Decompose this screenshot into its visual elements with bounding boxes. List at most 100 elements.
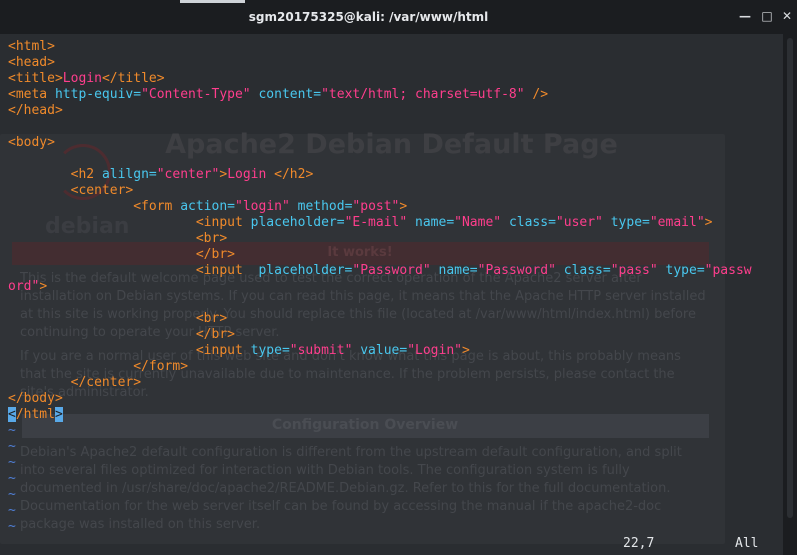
code-token: "Name" (454, 215, 502, 230)
code-token: > (39, 279, 48, 294)
code-token: Login (227, 167, 275, 182)
code-token: "passw (704, 263, 752, 278)
code-token: </body> (8, 391, 63, 406)
terminal-area[interactable]: Apache2 Debian Default Page debian It wo… (0, 34, 783, 555)
code-line: <html> (8, 39, 752, 55)
code-token: "submit" (289, 343, 353, 358)
code-token: type= (657, 263, 705, 278)
code-line: <head> (8, 55, 752, 71)
close-button[interactable]: ✕ (779, 8, 795, 24)
code-token: ~ (8, 471, 16, 486)
code-line: ~ (8, 519, 752, 535)
code-token: > (462, 343, 470, 358)
code-token: name= (430, 263, 478, 278)
code-token: "login" (235, 199, 290, 214)
code-token: "Content-Type" (141, 87, 251, 102)
code-token: value= (352, 343, 408, 358)
code-line: ~ (8, 439, 752, 455)
code-token: /> (524, 87, 549, 102)
code-token: ~ (8, 519, 16, 534)
code-token: class= (555, 263, 611, 278)
code-line: <h2 alilgn="center">Login </h2> (8, 167, 752, 183)
code-token: /html (15, 407, 55, 422)
code-line: ~ (8, 503, 752, 519)
code-token: "Password" (352, 263, 431, 278)
code-token: <input (195, 343, 251, 358)
window-title: sgm20175325@kali: /var/www/html (248, 10, 489, 24)
code-token: </br> (195, 247, 235, 262)
cursor-position: 22,7 (623, 536, 655, 551)
scrollbar[interactable] (783, 34, 797, 555)
code-token: ~ (8, 439, 16, 454)
code-token: <meta (8, 87, 55, 102)
code-line: ~ (8, 423, 752, 439)
scrollbar-thumb[interactable] (787, 38, 793, 518)
code-token: </h2> (274, 167, 314, 182)
code-line: <input placeholder="Password" name="Pass… (8, 263, 752, 279)
code-token: <form (133, 199, 181, 214)
scroll-percentage: All (735, 536, 759, 551)
code-token: type= (602, 215, 650, 230)
code-line: </br> (8, 327, 752, 343)
code-token: http-equiv= (54, 87, 142, 102)
minimize-button[interactable]: — (737, 8, 753, 24)
code-line: ~ (8, 487, 752, 503)
code-token: </br> (195, 327, 235, 342)
code-token: <h2 (70, 167, 102, 182)
code-token: name= (407, 215, 455, 230)
code-token: Login (62, 71, 102, 86)
code-line: ~ (8, 471, 752, 487)
code-token: <title> (8, 71, 63, 86)
code-line: <meta http-equiv="Content-Type" content=… (8, 87, 752, 103)
code-token: action= (180, 199, 235, 214)
code-token: "post" (352, 199, 400, 214)
code-line: <br> (8, 231, 752, 247)
code-token: <input (195, 215, 251, 230)
code-token: </center> (70, 375, 142, 390)
code-token: > (399, 199, 408, 214)
code-token: > (704, 215, 713, 230)
code-token: <head> (8, 55, 55, 70)
code-token: <body> (8, 135, 55, 150)
code-token: "Login" (407, 343, 462, 358)
text-cursor: < (8, 407, 16, 422)
code-token: alilgn= (101, 167, 157, 182)
title-bar: sgm20175325@kali: /var/www/html — □ ✕ (0, 0, 797, 34)
code-token: "E-mail" (344, 215, 408, 230)
code-token: <br> (195, 231, 228, 246)
code-token: "email" (649, 215, 705, 230)
code-token: type= (250, 343, 290, 358)
code-token: ~ (8, 455, 16, 470)
vim-buffer[interactable]: <html> <head> <title>Login</title> <meta ht… (8, 39, 752, 535)
code-token: <center> (70, 183, 134, 198)
code-line: ~ (8, 455, 752, 471)
code-line: </body> (8, 391, 752, 407)
code-token: content= (250, 87, 322, 102)
code-token: "center" (156, 167, 220, 182)
code-token: ~ (8, 423, 16, 438)
code-token: </head> (8, 103, 63, 118)
code-line: ord"> (8, 279, 752, 295)
code-token: ~ (8, 487, 16, 502)
code-line: <body> (8, 135, 752, 151)
code-line: </head> (8, 103, 752, 119)
code-token: placeholder= (258, 263, 353, 278)
code-token: </form> (133, 359, 189, 374)
maximize-button[interactable]: □ (759, 8, 775, 24)
code-token: ~ (8, 503, 16, 518)
code-token: "text/html; charset=utf-8" (321, 87, 525, 102)
code-line: <br> (8, 311, 752, 327)
code-line: <center> (8, 183, 752, 199)
